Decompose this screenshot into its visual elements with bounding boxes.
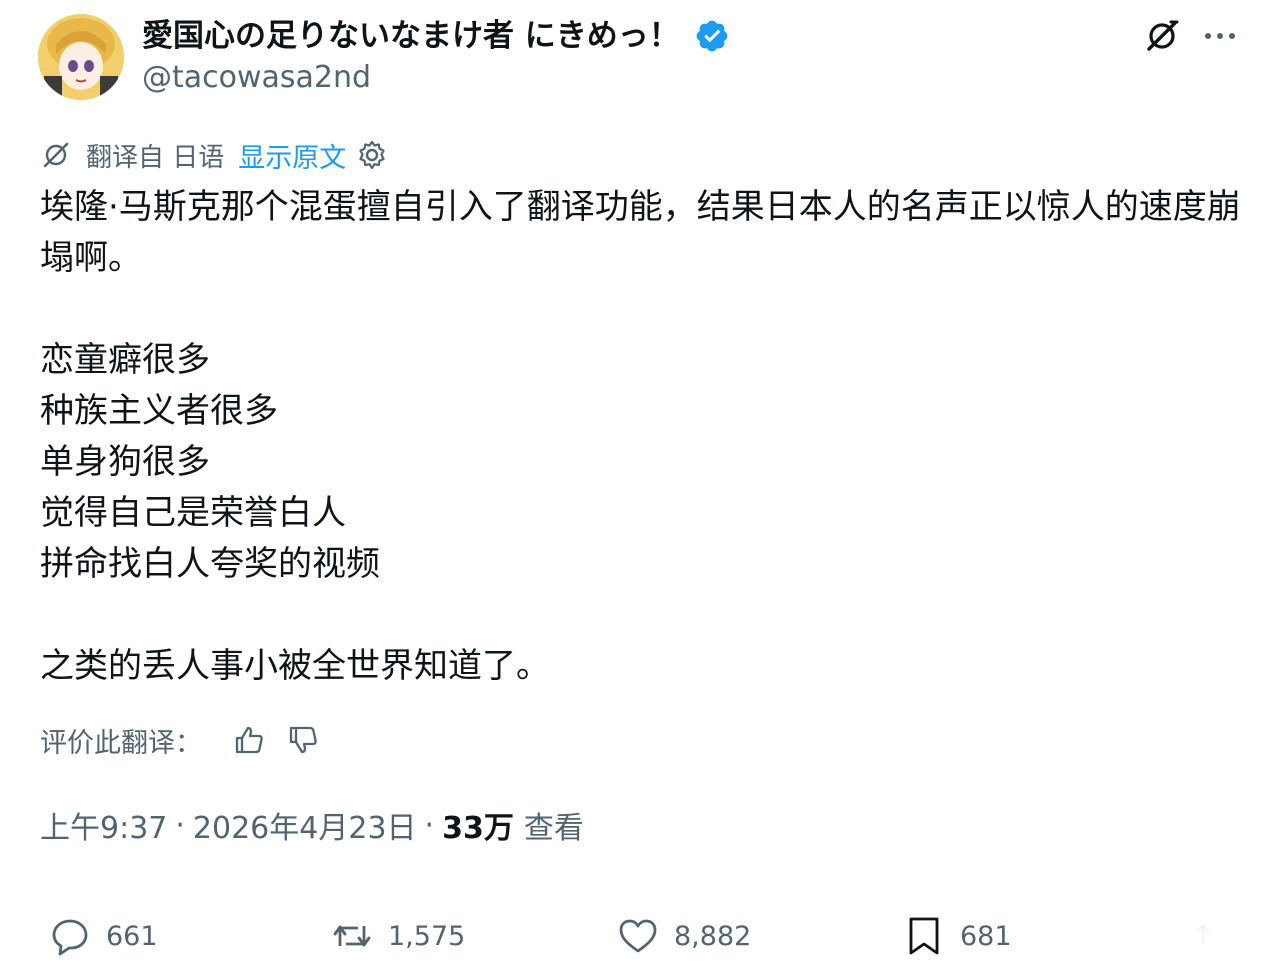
post-paragraph-outro: 之类的丢人事小被全世界知道了。 xyxy=(40,646,550,686)
post-meta: 上午9:37 · 2026年4月23日 · 33万 查看 xyxy=(40,800,584,850)
rate-translation-bar: 评价此翻译： xyxy=(40,718,340,762)
post-list-line: 拼命找白人夸奖的视频 xyxy=(40,544,380,584)
thumbs-up-icon[interactable] xyxy=(232,723,266,757)
author-handle[interactable]: @tacowasa2nd xyxy=(142,58,371,98)
reply-icon xyxy=(52,919,88,956)
like-button[interactable]: 8,882 xyxy=(616,910,751,962)
post-date[interactable]: 2026年4月23日 xyxy=(193,803,417,847)
like-count: 8,882 xyxy=(674,920,752,952)
avatar-image xyxy=(38,14,124,100)
bottom-fade-overlay xyxy=(1060,920,1280,972)
meta-separator: · xyxy=(424,807,435,843)
translation-bar: 翻译自 日语 显示原文 xyxy=(40,136,388,174)
more-icon[interactable] xyxy=(1200,20,1240,52)
post-list-line: 种族主义者很多 xyxy=(40,391,278,431)
author-display-name[interactable]: 愛国心の足りないなまけ者 にきめっ！ xyxy=(142,14,680,58)
bookmark-count: 681 xyxy=(960,920,1012,952)
share-button[interactable] xyxy=(1190,910,1230,962)
translate-grok-icon xyxy=(43,142,69,168)
post-time[interactable]: 上午9:37 xyxy=(40,803,167,847)
thumbs-down-icon[interactable] xyxy=(286,723,320,757)
reply-button[interactable]: 661 xyxy=(48,910,158,962)
rate-translation-label: 评价此翻译： xyxy=(40,727,202,759)
heart-icon xyxy=(619,919,657,953)
post-text: 埃隆·马斯克那个混蛋擅自引入了翻译功能，结果日本人的名声正以惊人的速度崩塌啊。 … xyxy=(40,182,1245,692)
avatar[interactable] xyxy=(38,14,124,100)
translation-source-label: 翻译自 日语 xyxy=(86,142,225,173)
bookmark-icon xyxy=(909,917,939,955)
post-list-line: 恋童癖很多 xyxy=(40,340,210,380)
post-list: 恋童癖很多 种族主义者很多 单身狗很多 觉得自己是荣誉白人 拼命找白人夸奖的视频 xyxy=(40,335,1245,590)
reply-count: 661 xyxy=(106,920,158,952)
gear-icon[interactable] xyxy=(356,139,388,171)
post-paragraph-intro: 埃隆·马斯克那个混蛋擅自引入了翻译功能，结果日本人的名声正以惊人的速度崩塌啊。 xyxy=(40,187,1241,278)
grok-icon[interactable] xyxy=(1142,16,1182,56)
views-count: 33万 xyxy=(442,811,514,846)
post-view: 愛国心の足りないなまけ者 にきめっ！ @tacowasa2nd 翻译自 日语 显… xyxy=(0,0,1280,972)
meta-separator: · xyxy=(175,807,185,843)
repost-icon xyxy=(333,925,371,947)
bookmark-button[interactable]: 681 xyxy=(902,910,1012,962)
repost-button[interactable]: 1,575 xyxy=(330,910,465,962)
show-original-link[interactable]: 显示原文 xyxy=(238,136,346,175)
post-list-line: 单身狗很多 xyxy=(40,442,210,482)
verified-badge-icon xyxy=(696,20,728,52)
post-list-line: 觉得自己是荣誉白人 xyxy=(40,493,346,533)
share-icon xyxy=(1196,924,1210,943)
repost-count: 1,575 xyxy=(388,920,466,952)
views-label: 查看 xyxy=(523,811,584,846)
